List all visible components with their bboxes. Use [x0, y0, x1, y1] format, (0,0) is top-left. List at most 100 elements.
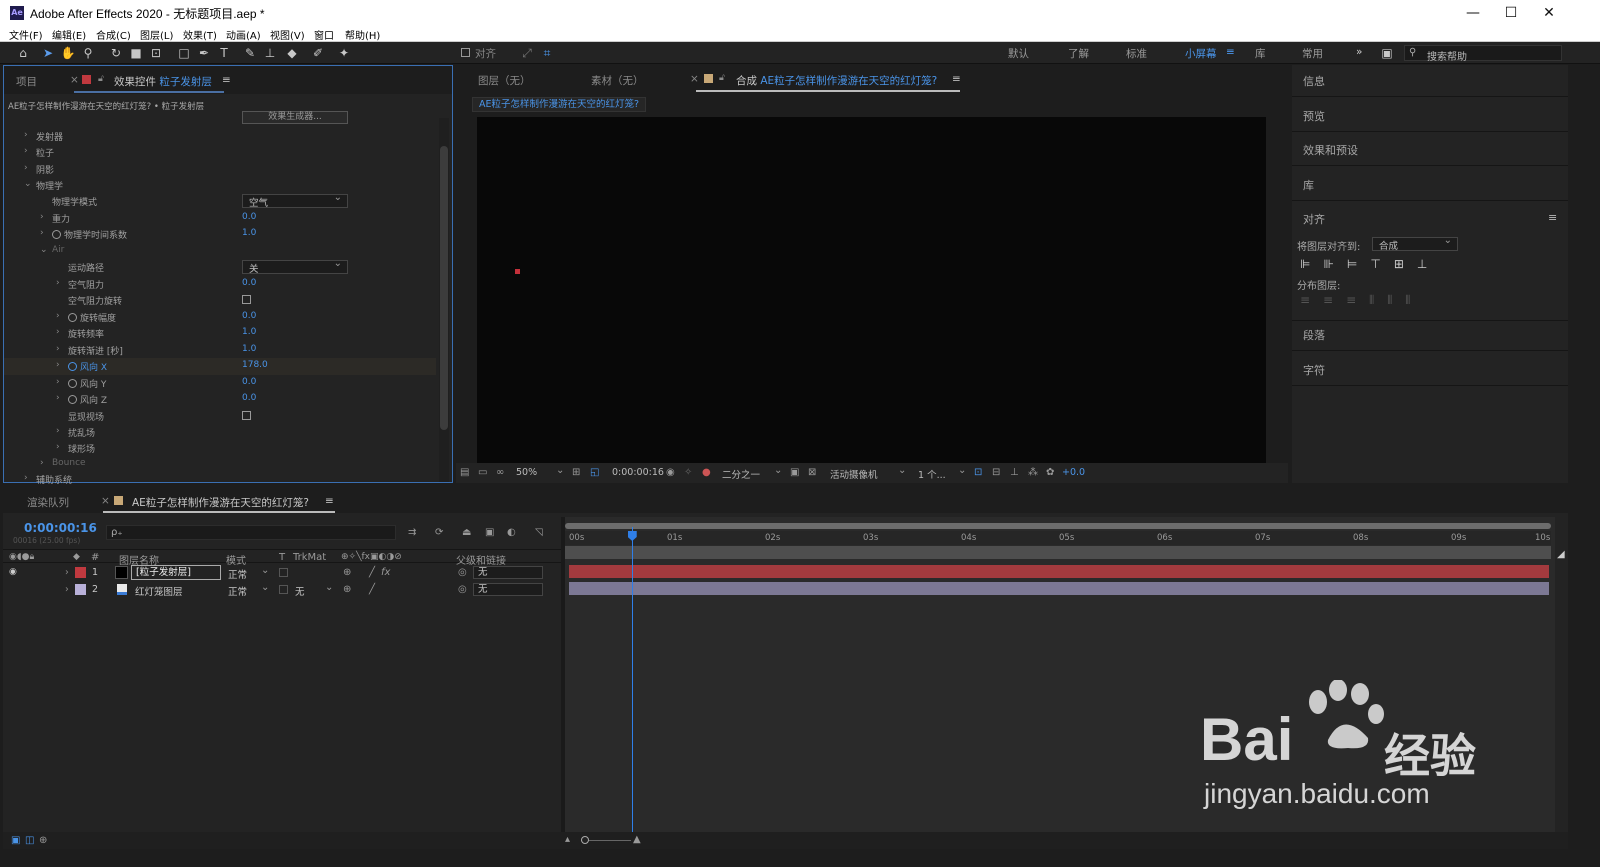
time-ruler[interactable]: 00s 01s 02s 03s 04s 05s 06s 07s 08s 09s 10s	[565, 531, 1551, 545]
effect-property-value[interactable]: 178.0	[242, 360, 268, 370]
zoom-select[interactable]: 50%	[516, 467, 537, 478]
workspace-learn[interactable]: 了解	[1068, 46, 1089, 61]
show-snapshot-icon[interactable]: ✧	[684, 467, 692, 478]
expand-chevron-icon[interactable]: ›	[40, 458, 44, 468]
layer-1-name[interactable]: [粒子发射层]	[131, 565, 221, 580]
effect-property-row[interactable]: › 重力 0.0	[4, 210, 436, 227]
comp-mini-flowchart-icon[interactable]: ⇉	[408, 527, 416, 538]
exposure-reset-icon[interactable]: ✿	[1046, 467, 1054, 478]
resolution-select[interactable]: 二分之一	[722, 467, 760, 481]
expand-chevron-icon[interactable]: ›	[56, 360, 60, 370]
layer-2-parent-select[interactable]: 无	[473, 583, 543, 596]
layer-switches-toggle-icon[interactable]: ▣	[11, 835, 20, 846]
views-select[interactable]: 1 个...	[918, 467, 946, 481]
comp-viewer-canvas[interactable]	[477, 117, 1266, 463]
home-icon[interactable]: ⌂	[15, 45, 31, 61]
zoom-slider-thumb[interactable]	[581, 836, 589, 844]
visibility-eye-icon[interactable]: ◉	[9, 567, 17, 577]
layer-1-pickwhip-icon[interactable]: ◎	[458, 567, 467, 578]
shy-icon[interactable]: ⏏	[462, 527, 471, 538]
playhead[interactable]	[627, 527, 637, 832]
layer-2-pickwhip-icon[interactable]: ◎	[458, 584, 467, 595]
panel-info[interactable]: 信息	[1303, 73, 1325, 89]
effect-property-row[interactable]: › 辅助系统	[4, 471, 436, 488]
stopwatch-icon[interactable]	[52, 230, 61, 239]
menu-layer[interactable]: 图层(L)	[140, 27, 173, 42]
tab-timeline-comp[interactable]: AE粒子怎样制作漫游在天空的红灯笼?	[132, 495, 309, 510]
menu-edit[interactable]: 编辑(E)	[52, 27, 86, 42]
effect-property-row[interactable]: › 球形场	[4, 440, 436, 457]
menu-view[interactable]: 视图(V)	[270, 27, 305, 42]
workspace-small-screen[interactable]: 小屏幕	[1185, 46, 1217, 61]
zoom-tool-icon[interactable]: ⚲	[80, 45, 96, 61]
layer-1-quality-icon[interactable]: ╱	[369, 567, 375, 578]
workspace-library[interactable]: 库	[1255, 46, 1266, 61]
trkmat-header[interactable]: TrkMat	[293, 552, 326, 563]
expand-chevron-icon[interactable]: ›	[56, 393, 60, 403]
effect-property-row[interactable]: › 粒子	[4, 144, 436, 161]
effect-property-select[interactable]: 空气	[242, 192, 348, 209]
align-panel-title[interactable]: 对齐	[1303, 211, 1325, 227]
modes-toggle-icon[interactable]: ◫	[25, 835, 34, 846]
snap-options-icon[interactable]: ⤢	[519, 45, 535, 61]
layer-1-label-swatch[interactable]	[75, 567, 86, 578]
panel-libraries[interactable]: 库	[1303, 177, 1314, 193]
scrollbar-track[interactable]	[439, 118, 449, 482]
workspace-menu-icon[interactable]: ≡	[1226, 46, 1235, 58]
pan-behind-tool-icon[interactable]: ⊡	[148, 45, 164, 61]
expand-chevron-icon[interactable]: ›	[24, 163, 28, 173]
effect-property-value[interactable]: 0.0	[242, 212, 256, 222]
type-tool-icon[interactable]: T	[216, 45, 232, 61]
zoom-in-icon[interactable]: ▲	[633, 834, 641, 845]
av-switches-icons[interactable]: ◉◖●🔒︎	[9, 552, 34, 562]
menu-file[interactable]: 文件(F)	[9, 27, 43, 42]
more-workspaces-icon[interactable]: »	[1356, 46, 1362, 58]
align-to-select[interactable]: 合成	[1372, 235, 1458, 252]
comp-lock-icon[interactable]: 🔓︎	[719, 73, 725, 83]
expand-chevron-icon[interactable]: ›	[56, 377, 60, 387]
snapshot-icon[interactable]: ◉	[666, 467, 675, 478]
effect-property-row[interactable]: 物理学模式 空气	[4, 192, 436, 210]
layer-2-quality-icon[interactable]: ╱	[369, 584, 375, 595]
puppet-pin-tool-icon[interactable]: ✦	[336, 45, 352, 61]
work-area-bar[interactable]	[565, 523, 1551, 529]
close-button[interactable]: ✕	[1534, 3, 1564, 23]
motion-blur-icon[interactable]: ◐	[507, 527, 516, 538]
comp-flowchart-icon[interactable]: ⊥	[1010, 467, 1019, 478]
layer-1-mode[interactable]: 正常	[228, 567, 247, 581]
expand-chevron-icon[interactable]: ›	[56, 344, 60, 354]
comp-navigator-chip[interactable]: AE粒子怎样制作漫游在天空的红灯笼?	[472, 97, 647, 112]
menu-window[interactable]: 窗口	[314, 27, 334, 42]
help-search-input[interactable]: ⚲ 搜索帮助	[1404, 45, 1562, 63]
color-channels-icon[interactable]: ●	[702, 467, 711, 478]
roto-brush-tool-icon[interactable]: ✐	[310, 45, 326, 61]
switches-header-icons[interactable]: ⊕✧╲fx▣◐◑⊘	[341, 552, 402, 562]
layer-1-fx-icon[interactable]: fx	[381, 567, 390, 578]
layer-search-input[interactable]: ρ₊	[106, 525, 396, 540]
panel-paragraph[interactable]: 段落	[1303, 327, 1325, 343]
effect-property-row[interactable]: › 风向 Y 0.0	[4, 375, 436, 392]
effect-property-row[interactable]: › 阴影	[4, 161, 436, 178]
camera-tool-icon[interactable]: ■	[128, 45, 144, 61]
minimize-button[interactable]: —	[1458, 3, 1488, 23]
rectangle-tool-icon[interactable]: □	[176, 45, 192, 61]
expand-chevron-icon[interactable]: ›	[56, 278, 60, 288]
label-tag-icon[interactable]: ◆	[73, 552, 80, 562]
effect-property-row[interactable]: › 发射器	[4, 128, 436, 145]
frame-blending-icon[interactable]: ▣	[485, 527, 494, 538]
effect-property-row[interactable]: › 风向 X 178.0	[4, 358, 436, 375]
tab-render-queue[interactable]: 渲染队列	[27, 495, 69, 510]
stopwatch-icon[interactable]	[68, 379, 77, 388]
expand-chevron-icon[interactable]: ›	[65, 567, 69, 578]
render-time-icon[interactable]: ⊕	[39, 835, 47, 846]
layer-2-collapse-icon[interactable]: ⊕	[343, 584, 351, 595]
layer-2-mode[interactable]: 正常	[228, 584, 247, 598]
layer-1-parent-select[interactable]: 无	[473, 566, 543, 579]
region-of-interest-icon[interactable]: ▣	[790, 467, 799, 478]
lock-icon[interactable]: 🔓︎	[98, 74, 104, 84]
draft-3d-icon[interactable]: ⟳	[435, 527, 443, 538]
close-comp-tab-icon[interactable]: ×	[690, 73, 699, 85]
effect-property-value[interactable]: 0.0	[242, 393, 256, 403]
layer-row-1[interactable]: ◉ › 1 [粒子发射层] 正常 ⌄ ⊕ ╱ fx ◎ 无	[3, 565, 561, 581]
effect-property-row[interactable]: 显现视场	[4, 408, 436, 425]
